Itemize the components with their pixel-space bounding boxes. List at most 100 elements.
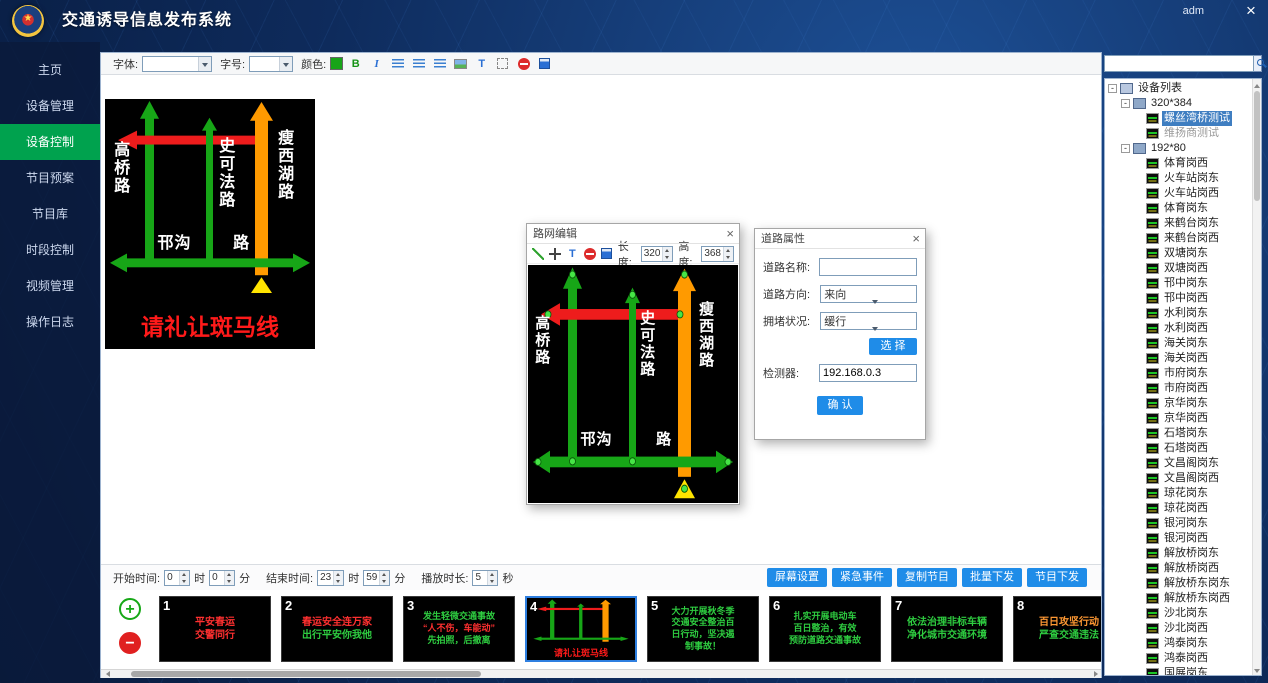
- tree-item[interactable]: 鸿泰岗西: [1105, 651, 1261, 666]
- expander-icon[interactable]: [1134, 459, 1143, 468]
- expander-icon[interactable]: [1134, 369, 1143, 378]
- tree-item[interactable]: 石塔岗西: [1105, 441, 1261, 456]
- expander-icon[interactable]: -: [1108, 84, 1117, 93]
- tree-item[interactable]: 解放桥岗东: [1105, 546, 1261, 561]
- close-icon[interactable]: ×: [912, 229, 920, 249]
- expander-icon[interactable]: [1134, 654, 1143, 663]
- tree-item[interactable]: 水利岗西: [1105, 321, 1261, 336]
- bold-button[interactable]: B: [347, 56, 364, 72]
- align-left-button[interactable]: [389, 56, 406, 72]
- sidebar-item[interactable]: 设备管理: [0, 88, 100, 124]
- tree-item[interactable]: 火车站岗西: [1105, 186, 1261, 201]
- expander-icon[interactable]: [1134, 564, 1143, 573]
- tree-item[interactable]: 鸿泰岗东: [1105, 636, 1261, 651]
- road-direction-select[interactable]: 来向: [820, 285, 917, 303]
- text-tool-button[interactable]: T: [566, 246, 578, 262]
- expander-icon[interactable]: [1134, 324, 1143, 333]
- tree-item[interactable]: 京华岗东: [1105, 396, 1261, 411]
- expander-icon[interactable]: -: [1121, 144, 1130, 153]
- sidebar-item[interactable]: 主页: [0, 52, 100, 88]
- expander-icon[interactable]: [1134, 399, 1143, 408]
- right-road-arrow[interactable]: [250, 102, 273, 275]
- tree-item[interactable]: 维扬商测试: [1105, 126, 1261, 141]
- expander-icon[interactable]: [1134, 189, 1143, 198]
- delete-button[interactable]: [515, 56, 532, 72]
- expander-icon[interactable]: [1134, 594, 1143, 603]
- tree-item[interactable]: 国展岗东: [1105, 666, 1261, 676]
- horizontal-scrollbar[interactable]: [101, 669, 1101, 678]
- playlist-item[interactable]: 7 依法治理非标车辆 净化城市交通环境: [891, 596, 1003, 662]
- move-button[interactable]: [549, 246, 561, 262]
- action-button[interactable]: 批量下发: [962, 568, 1022, 587]
- align-center-button[interactable]: [410, 56, 427, 72]
- sidebar-item[interactable]: 设备控制: [0, 124, 100, 160]
- expander-icon[interactable]: [1134, 414, 1143, 423]
- road-name-input[interactable]: [819, 258, 917, 276]
- dialog-titlebar[interactable]: 道路属性 ×: [755, 229, 925, 249]
- tree-item[interactable]: 琼花岗东: [1105, 486, 1261, 501]
- font-family-select[interactable]: [142, 56, 212, 72]
- expander-icon[interactable]: [1134, 624, 1143, 633]
- sidebar-item[interactable]: 节目预案: [0, 160, 100, 196]
- end-hour-stepper[interactable]: 23: [317, 570, 344, 586]
- delete-button[interactable]: [583, 246, 595, 262]
- expander-icon[interactable]: [1134, 114, 1143, 123]
- tree-item[interactable]: - 192*80: [1105, 141, 1261, 156]
- expander-icon[interactable]: [1134, 489, 1143, 498]
- tree-item[interactable]: 银河岗东: [1105, 516, 1261, 531]
- congestion-select[interactable]: 缓行: [820, 312, 917, 330]
- font-size-select[interactable]: [249, 56, 293, 72]
- stepper-arrows-icon[interactable]: [723, 247, 733, 261]
- expander-icon[interactable]: [1134, 354, 1143, 363]
- text-tool-button[interactable]: T: [473, 56, 490, 72]
- action-button[interactable]: 屏幕设置: [767, 568, 827, 587]
- expander-icon[interactable]: [1134, 234, 1143, 243]
- top-road-arrow[interactable]: [118, 131, 259, 150]
- close-icon[interactable]: ×: [726, 224, 734, 244]
- close-icon[interactable]: ×: [1242, 1, 1260, 21]
- add-program-button[interactable]: +: [119, 598, 141, 620]
- tree-item[interactable]: 来鹤台岗西: [1105, 231, 1261, 246]
- expander-icon[interactable]: [1134, 279, 1143, 288]
- frame-select-button[interactable]: [494, 56, 511, 72]
- tree-item[interactable]: 海关岗东: [1105, 336, 1261, 351]
- expander-icon[interactable]: [1134, 639, 1143, 648]
- expander-icon[interactable]: [1134, 309, 1143, 318]
- detector-input[interactable]: [819, 364, 917, 382]
- expander-icon[interactable]: [1134, 609, 1143, 618]
- expander-icon[interactable]: [1134, 549, 1143, 558]
- expander-icon[interactable]: [1134, 294, 1143, 303]
- playlist-item-selected[interactable]: 4 请礼让斑马线: [525, 596, 637, 662]
- playlist-item[interactable]: 8 百日攻坚行动 严查交通违法: [1013, 596, 1101, 662]
- tree-item[interactable]: 市府岗西: [1105, 381, 1261, 396]
- expander-icon[interactable]: [1134, 474, 1143, 483]
- scroll-right-icon[interactable]: [1091, 670, 1101, 678]
- duration-stepper[interactable]: 5: [472, 570, 498, 586]
- save-button[interactable]: [536, 56, 553, 72]
- expander-icon[interactable]: [1134, 339, 1143, 348]
- left-road-arrow[interactable]: [140, 101, 159, 263]
- tree-item[interactable]: 解放桥东岗东: [1105, 576, 1261, 591]
- stepper-arrows-icon[interactable]: [179, 571, 189, 585]
- scroll-down-icon[interactable]: [1253, 666, 1261, 675]
- expander-icon[interactable]: [1134, 159, 1143, 168]
- scroll-left-icon[interactable]: [101, 670, 111, 678]
- select-detector-button[interactable]: 选 择: [869, 338, 917, 355]
- tree-item[interactable]: 体育岗东: [1105, 201, 1261, 216]
- scrollbar-thumb[interactable]: [131, 671, 481, 677]
- stepper-arrows-icon[interactable]: [224, 571, 234, 585]
- right-road-arrow[interactable]: [673, 269, 696, 477]
- expander-icon[interactable]: [1134, 504, 1143, 513]
- tree-item[interactable]: 京华岗西: [1105, 411, 1261, 426]
- tree-item[interactable]: 双塘岗东: [1105, 246, 1261, 261]
- tree-item[interactable]: 火车站岗东: [1105, 171, 1261, 186]
- expander-icon[interactable]: -: [1121, 99, 1130, 108]
- tree-item[interactable]: 水利岗东: [1105, 306, 1261, 321]
- expander-icon[interactable]: [1134, 519, 1143, 528]
- tree-item[interactable]: 双塘岗西: [1105, 261, 1261, 276]
- playlist-item[interactable]: 2 春运安全连万家 出行平安你我他: [281, 596, 393, 662]
- vertical-scrollbar[interactable]: [1252, 79, 1261, 675]
- tree-item[interactable]: - 设备列表: [1105, 81, 1261, 96]
- tree-item[interactable]: 石塔岗东: [1105, 426, 1261, 441]
- search-button[interactable]: [1254, 55, 1262, 72]
